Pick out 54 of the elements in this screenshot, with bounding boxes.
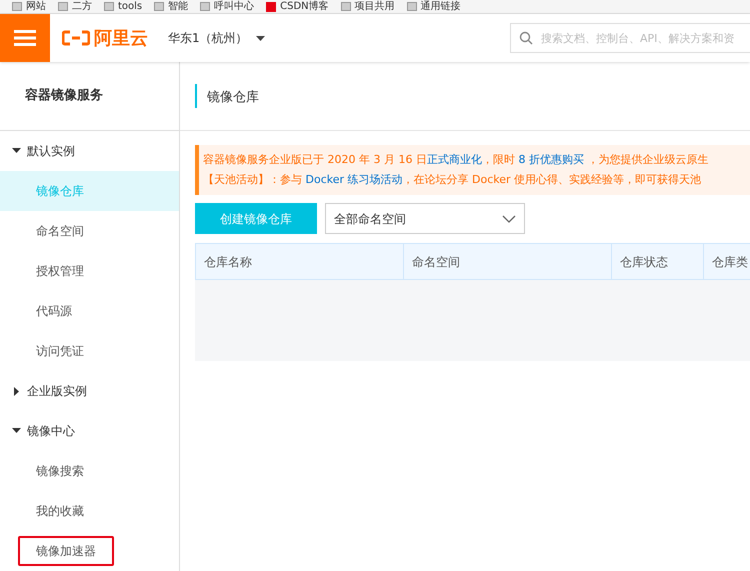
menu-icon xyxy=(14,30,36,46)
column-header: 仓库状态 xyxy=(612,244,704,279)
caret-down-icon xyxy=(256,36,265,40)
bookmark-link[interactable]: 智能 xyxy=(168,0,188,12)
logo-icon xyxy=(62,30,90,46)
caret-down-icon xyxy=(12,426,21,436)
namespace-dropdown[interactable]: 全部命名空间 xyxy=(325,203,525,234)
column-header: 仓库名称 xyxy=(196,244,404,279)
nav-group[interactable]: 企业版实例 xyxy=(0,371,179,411)
bookmark-link[interactable]: 项目共用 xyxy=(354,0,395,12)
nav-item[interactable]: 我的收藏 xyxy=(0,491,179,531)
caret-down-icon xyxy=(12,146,21,156)
folder-icon xyxy=(406,2,417,11)
folder-icon xyxy=(58,2,68,11)
bookmark-link[interactable]: 呼叫中心 xyxy=(214,0,254,12)
highlight-frame: 镜像加速器 xyxy=(18,536,114,566)
nav-item[interactable]: 代码源 xyxy=(0,291,179,331)
folder-icon xyxy=(200,2,210,11)
nav-item[interactable]: 镜像搜索 xyxy=(0,451,179,491)
search-field[interactable]: 搜索文档、控制台、API、解决方案和资 xyxy=(510,23,750,53)
region-dropdown[interactable]: 华东1（杭州） xyxy=(168,29,265,47)
notice-link[interactable]: 8 折优惠购买 xyxy=(518,153,584,166)
folder-icon xyxy=(340,2,351,11)
site-icon xyxy=(266,2,276,12)
nav-item[interactable]: 访问凭证 xyxy=(0,331,179,371)
logo-text: 阿里云 xyxy=(94,26,148,50)
page-title: 镜像仓库 xyxy=(207,90,259,105)
search-icon xyxy=(519,31,533,45)
column-header: 仓库类 xyxy=(704,244,750,279)
bookmark-link[interactable]: tools xyxy=(118,0,142,12)
column-header: 命名空间 xyxy=(404,244,612,279)
bookmark-link[interactable]: 网站 xyxy=(26,0,46,12)
notice-text: 【天池活动】：参与 xyxy=(203,173,303,186)
sidebar-title: 容器镜像服务 xyxy=(25,86,103,106)
folder-icon xyxy=(154,2,164,11)
menu-button[interactable] xyxy=(0,14,50,62)
nav-group[interactable]: 默认实例 xyxy=(0,131,179,171)
notice-text: ，在论坛分享 Docker 使用心得、实践经验等，即可获得天池 xyxy=(402,173,702,186)
nav-group[interactable]: 镜像中心 xyxy=(0,411,179,451)
chevron-down-icon xyxy=(502,214,516,222)
folder-icon xyxy=(104,2,114,11)
nav-item[interactable]: 授权管理 xyxy=(0,251,179,291)
folder-icon xyxy=(12,2,22,11)
nav-item[interactable]: 命名空间 xyxy=(0,211,179,251)
notice-text: ，为您提供企业级云原生 xyxy=(586,153,708,166)
bookmark-link[interactable]: CSDN博客 xyxy=(280,0,329,12)
notice-text: ，限时 xyxy=(482,153,516,166)
bookmark-link[interactable]: 通用链接 xyxy=(420,0,461,12)
caret-right-icon xyxy=(12,386,21,396)
notice-text: 容器镜像服务企业版已于 2020 年 3 月 16 日 xyxy=(203,153,427,166)
bookmark-link[interactable]: 二方 xyxy=(72,0,92,12)
nav-item[interactable]: 镜像加速器 xyxy=(0,531,179,571)
notice-link[interactable]: 正式商业化 xyxy=(426,153,482,166)
notice-link[interactable]: Docker 练习场活动 xyxy=(306,173,403,186)
